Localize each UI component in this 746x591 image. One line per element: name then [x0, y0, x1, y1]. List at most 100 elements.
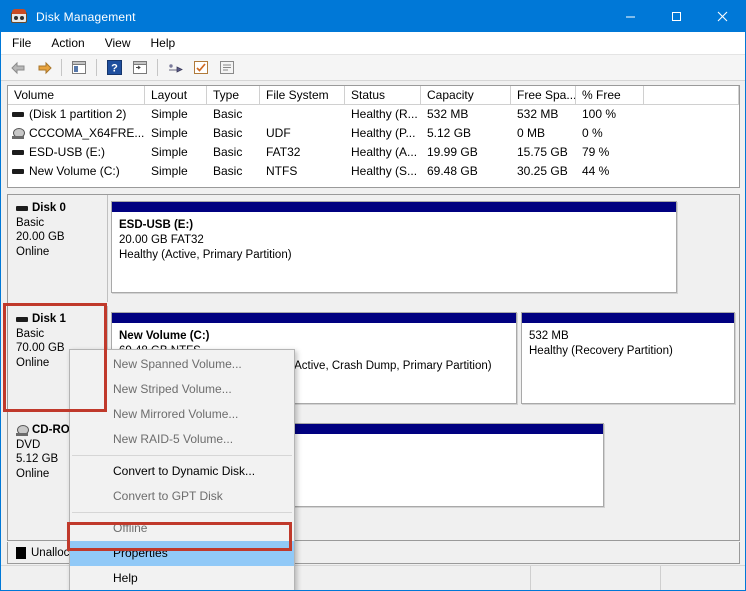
- cell-capacity: 19.99 GB: [427, 145, 478, 159]
- cell-free-space: 532 MB: [517, 107, 559, 121]
- column-header-blank[interactable]: [644, 86, 739, 105]
- menu-action[interactable]: Action: [42, 33, 93, 53]
- column-header-file-system[interactable]: File System: [260, 86, 345, 105]
- context-menu-item-new-raid5-volume[interactable]: New RAID-5 Volume...: [70, 427, 294, 452]
- status-pane-tertiary: [661, 566, 745, 590]
- cell-capacity: 532 MB: [427, 107, 469, 121]
- column-header-layout[interactable]: Layout: [145, 86, 207, 105]
- partition-details: ESD-USB (E:) 20.00 GB FAT32 Healthy (Act…: [112, 212, 676, 267]
- disk-1-name: Disk 1: [32, 313, 66, 325]
- volume-list[interactable]: Volume Layout Type File System Status Ca…: [7, 85, 740, 188]
- close-icon[interactable]: [699, 1, 745, 32]
- toolbar: ?: [1, 55, 745, 81]
- menu-help[interactable]: Help: [142, 33, 185, 53]
- context-menu-item-new-striped-volume[interactable]: New Striped Volume...: [70, 377, 294, 402]
- show-hide-action-pane-icon[interactable]: [128, 57, 152, 79]
- disk-context-menu[interactable]: New Spanned Volume... New Striped Volume…: [69, 349, 295, 590]
- disk-info-disk-0[interactable]: Disk 0 Basic 20.00 GB Online: [8, 195, 108, 302]
- cell-percent-free: 100 %: [582, 107, 617, 121]
- maximize-icon[interactable]: [653, 1, 699, 32]
- toolbar-separator: [61, 59, 62, 76]
- table-row[interactable]: CCCOMA_X64FRE... Simple Basic UDF Health…: [8, 124, 739, 143]
- table-row[interactable]: New Volume (C:) Simple Basic NTFS Health…: [8, 162, 739, 181]
- disk-row-disk-0[interactable]: Disk 0 Basic 20.00 GB Online ESD-USB (E:…: [8, 195, 684, 302]
- table-row[interactable]: (Disk 1 partition 2) Simple Basic Health…: [8, 105, 739, 124]
- disk-1-title-row: Disk 1: [16, 312, 107, 327]
- column-header-status[interactable]: Status: [345, 86, 421, 105]
- cell-free-space: 30.25 GB: [517, 164, 568, 178]
- cell-file-system: FAT32: [266, 145, 301, 159]
- menu-bar: File Action View Help: [1, 32, 745, 55]
- cell-status: Healthy (P...: [351, 126, 416, 140]
- context-menu-item-properties[interactable]: Properties: [70, 541, 294, 566]
- cdrom-0-name: CD-RO: [32, 424, 70, 436]
- window-controls: [607, 1, 745, 32]
- cell-type: Basic: [213, 145, 243, 159]
- cd-volume-icon: [12, 128, 25, 139]
- cell-percent-free: 44 %: [582, 164, 610, 178]
- context-menu-item-offline[interactable]: Offline: [70, 516, 294, 541]
- disk-volume-icon: [16, 316, 28, 322]
- column-header-type[interactable]: Type: [207, 86, 260, 105]
- context-menu-item-convert-to-gpt-disk[interactable]: Convert to GPT Disk: [70, 484, 294, 509]
- cell-capacity: 5.12 GB: [427, 126, 472, 140]
- partition-usage-bar: [112, 202, 676, 212]
- cell-volume: (Disk 1 partition 2): [8, 105, 145, 124]
- partition-size-fs: 20.00 GB FAT32: [119, 234, 204, 246]
- table-row[interactable]: ESD-USB (E:) Simple Basic FAT32 Healthy …: [8, 143, 739, 162]
- properties-icon[interactable]: [189, 57, 213, 79]
- forward-arrow-icon[interactable]: [32, 57, 56, 79]
- cell-layout: Simple: [151, 145, 188, 159]
- cell-type: Basic: [213, 107, 243, 121]
- unallocated-swatch-icon: [16, 546, 26, 559]
- rescan-disks-icon[interactable]: [163, 57, 187, 79]
- partition-usage-bar: [522, 313, 734, 323]
- menu-file[interactable]: File: [3, 33, 40, 53]
- cell-volume-label: ESD-USB (E:): [29, 145, 106, 159]
- cell-status: Healthy (R...: [351, 107, 418, 121]
- show-hide-console-tree-icon[interactable]: [67, 57, 91, 79]
- cell-layout: Simple: [151, 164, 188, 178]
- cell-file-system: NTFS: [266, 164, 298, 178]
- help-icon[interactable]: ?: [102, 57, 126, 79]
- toolbar-separator: [96, 59, 97, 76]
- partition-health: Healthy (Recovery Partition): [529, 345, 673, 357]
- cell-volume-label: (Disk 1 partition 2): [29, 107, 127, 121]
- back-arrow-icon[interactable]: [6, 57, 30, 79]
- partition-recovery[interactable]: 532 MB Healthy (Recovery Partition): [521, 312, 735, 404]
- column-header-percent-free[interactable]: % Free: [576, 86, 644, 105]
- title-bar: Disk Management: [1, 1, 745, 32]
- column-header-free-space[interactable]: Free Spa...: [511, 86, 576, 105]
- minimize-icon[interactable]: [607, 1, 653, 32]
- disk-volume-icon: [12, 150, 24, 155]
- disk-management-window: Disk Management File Action View Help ? …: [0, 0, 746, 591]
- cell-free-space: 0 MB: [517, 126, 546, 140]
- cell-status: Healthy (A...: [351, 145, 418, 159]
- cell-type: Basic: [213, 164, 243, 178]
- context-menu-item-convert-to-dynamic-disk[interactable]: Convert to Dynamic Disk...: [70, 459, 294, 484]
- disk-0-name: Disk 0: [32, 202, 66, 214]
- disk-0-type: Basic: [16, 216, 45, 229]
- column-header-volume[interactable]: Volume: [8, 86, 145, 105]
- cell-capacity: 69.48 GB: [427, 164, 478, 178]
- cell-volume-label: New Volume (C:): [29, 164, 120, 178]
- partition-esd-usb[interactable]: ESD-USB (E:) 20.00 GB FAT32 Healthy (Act…: [111, 201, 677, 293]
- svg-text:?: ?: [111, 63, 118, 75]
- cell-percent-free: 0 %: [582, 126, 603, 140]
- list-view-icon[interactable]: [215, 57, 239, 79]
- disk-volume-icon: [12, 169, 24, 174]
- cell-volume: New Volume (C:): [8, 162, 145, 181]
- cell-percent-free: 79 %: [582, 145, 610, 159]
- partition-size-fs: 532 MB: [529, 330, 569, 342]
- context-menu-item-help[interactable]: Help: [70, 566, 294, 590]
- disk-0-title-row: Disk 0: [16, 201, 107, 216]
- menu-view[interactable]: View: [96, 33, 140, 53]
- context-menu-item-new-mirrored-volume[interactable]: New Mirrored Volume...: [70, 402, 294, 427]
- window-title: Disk Management: [36, 9, 136, 24]
- cell-volume: CCCOMA_X64FRE...: [8, 124, 145, 143]
- partition-name: ESD-USB (E:): [119, 219, 194, 231]
- toolbar-separator: [157, 59, 158, 76]
- column-header-capacity[interactable]: Capacity: [421, 86, 511, 105]
- cell-status: Healthy (S...: [351, 164, 418, 178]
- context-menu-item-new-spanned-volume[interactable]: New Spanned Volume...: [70, 352, 294, 377]
